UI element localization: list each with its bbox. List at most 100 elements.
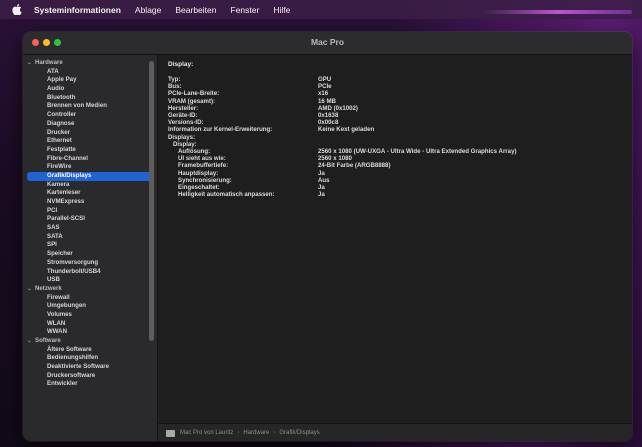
detail-value: Aus bbox=[318, 176, 330, 184]
sidebar-item[interactable]: Stromversorgung bbox=[23, 259, 157, 268]
detail-value: AMD (0x1002) bbox=[318, 104, 358, 112]
detail-key: Displays: bbox=[168, 133, 196, 141]
detail-row: Typ: GPU bbox=[168, 76, 331, 83]
sidebar: ⌄ Hardware ATA Apple Pay Audio Bluetooth Brenn… bbox=[23, 55, 158, 441]
menu-bearbeiten[interactable]: Bearbeiten bbox=[175, 5, 216, 15]
detail-row: Geräte-ID: 0x1638 bbox=[168, 112, 338, 119]
detail-row: Eingeschaltet: Ja bbox=[168, 184, 325, 191]
detail-row: Auflösung: 2560 x 1080 (UW-UXGA - Ultra W… bbox=[168, 148, 517, 155]
sidebar-item[interactable]: Diagnose bbox=[23, 120, 157, 129]
menu-ablage[interactable]: Ablage bbox=[135, 5, 161, 15]
detail-key: Synchronisierung: bbox=[178, 176, 232, 184]
sidebar-item[interactable]: WWAN bbox=[23, 328, 157, 337]
chevron-down-icon[interactable]: ⌄ bbox=[27, 285, 35, 294]
detail-row: Information zur Kernel-Erweiterung: Keine… bbox=[168, 126, 374, 134]
sidebar-item[interactable]: Drucker bbox=[23, 129, 157, 138]
detail-pane: Display: Typ: GPU Bus: PCIe PCIe-Lane-Breite… bbox=[158, 55, 632, 420]
detail-value: 16 MB bbox=[318, 97, 336, 105]
sidebar-item[interactable]: WLAN bbox=[23, 320, 157, 329]
path-item-grafik[interactable]: Grafik/Displays bbox=[279, 430, 319, 436]
detail-value: 2560 x 1080 bbox=[318, 155, 352, 163]
sidebar-item[interactable]: SPI bbox=[23, 241, 157, 250]
sidebar-group-hardware[interactable]: ⌄ Hardware bbox=[23, 59, 157, 68]
path-item-computer[interactable]: Mac Pro von Lauritz bbox=[180, 430, 233, 436]
detail-key: Geräte-ID: bbox=[168, 112, 198, 119]
sidebar-group-software[interactable]: ⌄ Software bbox=[23, 337, 157, 346]
sidebar-group-label: Netzwerk bbox=[35, 284, 62, 292]
sidebar-item[interactable]: ATA bbox=[23, 68, 157, 77]
sidebar-item[interactable]: Apple Pay bbox=[23, 76, 157, 85]
detail-key: Framebuffertiefe: bbox=[178, 162, 229, 170]
sidebar-item[interactable]: Kartenleser bbox=[23, 189, 157, 198]
sidebar-group-label: Software bbox=[35, 337, 61, 344]
sidebar-item[interactable]: Deaktivierte Software bbox=[23, 363, 157, 372]
window-title: Mac Pro bbox=[310, 37, 345, 47]
detail-row: Framebuffertiefe: 24-Bit Farbe (ARGB8888) bbox=[168, 162, 390, 170]
sidebar-item[interactable]: Ethernet bbox=[23, 137, 157, 146]
detail-row: Hauptdisplay: Ja bbox=[168, 169, 325, 177]
detail-row: Synchronisierung: Aus bbox=[168, 176, 330, 184]
detail-row: UI sieht aus wie: 2560 x 1080 bbox=[168, 155, 352, 163]
sidebar-item[interactable]: Thunderbolt/USB4 bbox=[23, 268, 157, 277]
sidebar-group-netzwerk[interactable]: ⌄ Netzwerk bbox=[23, 285, 157, 294]
sidebar-item[interactable]: Kamera bbox=[23, 181, 157, 190]
detail-key: Display: bbox=[173, 140, 197, 148]
detail-row: PCIe-Lane-Breite: x16 bbox=[168, 90, 328, 97]
sidebar-item[interactable]: USB bbox=[23, 276, 157, 285]
detail-row: Bus: PCIe bbox=[168, 83, 332, 90]
detail-value: 24-Bit Farbe (ARGB8888) bbox=[318, 162, 391, 170]
sidebar-item[interactable]: Grafik/Displays bbox=[27, 171, 153, 181]
detail-row: Hersteller: AMD (0x1002) bbox=[168, 105, 358, 112]
sidebar-item[interactable]: PCI bbox=[23, 207, 157, 216]
detail-key: Information zur Kernel-Erweiterung: bbox=[168, 126, 273, 134]
detail-value: Keine Kext geladen bbox=[318, 126, 375, 134]
menu-fenster[interactable]: Fenster bbox=[231, 5, 260, 15]
detail-value: x16 bbox=[318, 90, 329, 98]
sidebar-item[interactable]: Volumes bbox=[23, 311, 157, 320]
sidebar-item[interactable]: Firewall bbox=[23, 294, 157, 303]
detail-key: Hauptdisplay: bbox=[178, 169, 219, 177]
sidebar-item[interactable]: Entwickler bbox=[23, 380, 157, 389]
path-separator: › bbox=[237, 430, 240, 436]
menu-bar: Systeminformationen Ablage Bearbeiten Fe… bbox=[0, 0, 642, 19]
detail-value: 0x00c8 bbox=[318, 119, 339, 127]
sidebar-item[interactable]: Fibre-Channel bbox=[23, 155, 157, 164]
chevron-down-icon[interactable]: ⌄ bbox=[27, 59, 35, 68]
detail-row: Helligkeit automatisch anpassen: Ja bbox=[168, 191, 325, 199]
detail-value: Ja bbox=[318, 169, 325, 177]
sidebar-scrollbar[interactable] bbox=[149, 61, 154, 341]
sidebar-item[interactable]: Controller bbox=[23, 111, 157, 120]
path-item-hardware[interactable]: Hardware bbox=[243, 430, 269, 436]
detail-value: GPU bbox=[318, 76, 332, 83]
sidebar-item[interactable]: Brennen von Medien bbox=[23, 102, 157, 111]
sidebar-group-label: Hardware bbox=[35, 59, 63, 66]
path-bar: Mac Pro von Lauritz › Hardware › Grafik/… bbox=[158, 423, 632, 441]
detail-value: 0x1638 bbox=[318, 112, 339, 119]
detail-key: VRAM (gesamt): bbox=[168, 97, 216, 105]
detail-value: 2560 x 1080 (UW-UXGA - Ultra Wide - Ultr… bbox=[318, 148, 517, 155]
sidebar-item[interactable]: Bluetooth bbox=[23, 94, 157, 103]
sidebar-item[interactable]: Audio bbox=[23, 85, 157, 94]
apple-icon[interactable] bbox=[12, 4, 22, 15]
sidebar-item[interactable]: Druckersoftware bbox=[23, 372, 157, 381]
sidebar-item[interactable]: SATA bbox=[23, 233, 157, 242]
menu-hilfe[interactable]: Hilfe bbox=[273, 5, 290, 15]
detail-value: Ja bbox=[318, 191, 325, 199]
detail-row: Versions-ID: 0x00c8 bbox=[168, 119, 338, 126]
sidebar-item[interactable]: Festplatte bbox=[23, 146, 157, 155]
chevron-down-icon[interactable]: ⌄ bbox=[27, 337, 35, 346]
sidebar-item[interactable]: Parallel-SCSI bbox=[23, 215, 157, 224]
sidebar-item[interactable]: SAS bbox=[23, 224, 157, 233]
sidebar-item[interactable]: NVMExpress bbox=[23, 198, 157, 207]
sidebar-item[interactable]: Bedienungshilfen bbox=[23, 354, 157, 363]
menu-app-name[interactable]: Systeminformationen bbox=[34, 5, 121, 15]
sidebar-item[interactable]: Speicher bbox=[23, 250, 157, 259]
computer-icon bbox=[166, 429, 175, 437]
sidebar-item[interactable]: Umgebungen bbox=[23, 302, 157, 311]
sidebar-item[interactable]: FireWire bbox=[23, 163, 157, 172]
detail-key: Helligkeit automatisch anpassen: bbox=[178, 191, 275, 199]
title-bar[interactable]: Mac Pro bbox=[23, 32, 632, 55]
sidebar-item[interactable]: Ältere Software bbox=[23, 346, 157, 355]
detail-row: Display: bbox=[168, 141, 197, 148]
detail-key: UI sieht aus wie: bbox=[178, 155, 226, 163]
